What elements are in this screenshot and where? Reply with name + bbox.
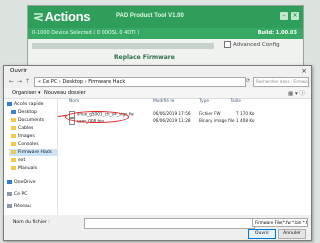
search-input[interactable]: Rechercher dans : Firmware Hack xyxy=(253,77,309,87)
folder-icon xyxy=(11,117,16,122)
advanced-config-checkbox[interactable]: Advanced Config xyxy=(224,41,280,48)
file-modified: 06/06/2019 11:28 xyxy=(153,118,191,123)
folder-icon xyxy=(11,157,16,162)
column-size[interactable]: Taille xyxy=(230,99,241,104)
app-titlebar: ⋜Actions PAD Product Tool V1.00 – × xyxy=(28,6,303,28)
progress-bar xyxy=(32,43,214,49)
column-name[interactable]: Nom xyxy=(69,99,79,104)
sidebar-item-ext[interactable]: ext xyxy=(11,157,25,164)
column-modified[interactable]: Modifié le xyxy=(153,99,174,104)
forward-icon[interactable]: → xyxy=(17,78,22,85)
new-folder-button[interactable]: Nouveau dossier xyxy=(44,90,86,96)
cancel-button[interactable]: Annuler xyxy=(278,229,306,239)
navigation-pane: Accès rapide Desktop Documents Cables Im… xyxy=(4,99,58,215)
replace-firmware-label: Replace Firmware xyxy=(114,54,175,61)
organize-button[interactable]: Organiser ▾ xyxy=(12,90,41,96)
app-status-bar: 0-1000 Device Selected ( 0 00DSL 0 4DTI … xyxy=(28,28,303,39)
open-dialog: Ouvrir × ← → ↑ « Ce PC › Desktop › Firmw… xyxy=(3,65,312,241)
sidebar-item-onedrive[interactable]: OneDrive xyxy=(7,179,36,186)
file-list: Nom Modifié le Type Taille linux_g5001_c… xyxy=(57,99,311,215)
open-button[interactable]: Ouvrir xyxy=(248,229,276,239)
folder-icon xyxy=(11,165,16,170)
star-icon xyxy=(7,101,12,106)
app-title: PAD Product Tool V1.00 xyxy=(116,13,184,19)
logo-mark-icon: ⋜ xyxy=(33,9,44,24)
cloud-icon xyxy=(7,179,12,184)
sidebar-item-desktop[interactable]: Desktop xyxy=(11,109,37,116)
dialog-title: Ouvrir xyxy=(10,68,28,74)
up-icon[interactable]: ↑ xyxy=(25,78,30,85)
filename-input[interactable] xyxy=(84,218,255,229)
toolbar: Organiser ▾ Nouveau dossier ▦ ▾ ⓘ xyxy=(4,88,311,99)
network-icon xyxy=(7,203,12,208)
app-logo: ⋜Actions xyxy=(33,9,91,24)
sidebar-item-network[interactable]: Réseau xyxy=(7,203,31,210)
sidebar-item-images[interactable]: Images xyxy=(11,133,35,140)
address-row: ← → ↑ « Ce PC › Desktop › Firmware Hack … xyxy=(8,77,309,87)
sidebar-item-firmware-hack[interactable]: Firmware Hack xyxy=(9,149,57,156)
folder-icon xyxy=(11,133,16,138)
folder-icon xyxy=(11,109,16,114)
folder-icon xyxy=(11,149,16,154)
sidebar-item-this-pc[interactable]: Ce PC xyxy=(7,191,27,198)
column-type[interactable]: Type xyxy=(199,99,209,104)
folder-icon xyxy=(11,141,16,146)
sidebar-item-manuals[interactable]: Manuals xyxy=(11,165,37,172)
folder-icon xyxy=(11,125,16,130)
back-icon[interactable]: ← xyxy=(9,78,14,85)
close-icon[interactable]: × xyxy=(291,12,299,20)
sidebar-item-consoles[interactable]: Consoles xyxy=(11,141,39,148)
file-modified: 06/06/2019 17:56 xyxy=(153,111,191,116)
highlight-annotation xyxy=(65,111,129,123)
view-options-icon[interactable]: ▦ ▾ ⓘ xyxy=(288,89,305,97)
close-icon[interactable]: × xyxy=(301,67,307,75)
filetype-select[interactable]: Firmware File(*.fw *.bin *.firm) xyxy=(252,218,308,227)
file-type: Binary image file xyxy=(199,118,235,123)
sidebar-item-quick-access[interactable]: Accès rapide xyxy=(7,101,43,108)
sidebar-item-cables[interactable]: Cables xyxy=(11,125,33,132)
file-size: 7 170 Ko xyxy=(236,111,255,116)
file-size: 1 408 Ko xyxy=(236,118,255,123)
refresh-icon[interactable]: ⟳ xyxy=(246,78,250,84)
minimize-icon[interactable]: – xyxy=(280,12,288,20)
device-status: 0-1000 Device Selected ( 0 00DSL 0 4DTI … xyxy=(32,30,140,36)
pc-icon xyxy=(7,191,12,196)
build-label: Build: 1.00.03 xyxy=(257,30,297,36)
file-type: Fichier FW xyxy=(199,111,221,116)
address-bar[interactable]: « Ce PC › Desktop › Firmware Hack xyxy=(34,77,246,87)
filename-label: Nom du fichier : xyxy=(13,220,50,225)
sidebar-item-documents[interactable]: Documents xyxy=(11,117,44,124)
dialog-footer: Nom du fichier : Firmware File(*.fw *.bi… xyxy=(4,216,311,240)
